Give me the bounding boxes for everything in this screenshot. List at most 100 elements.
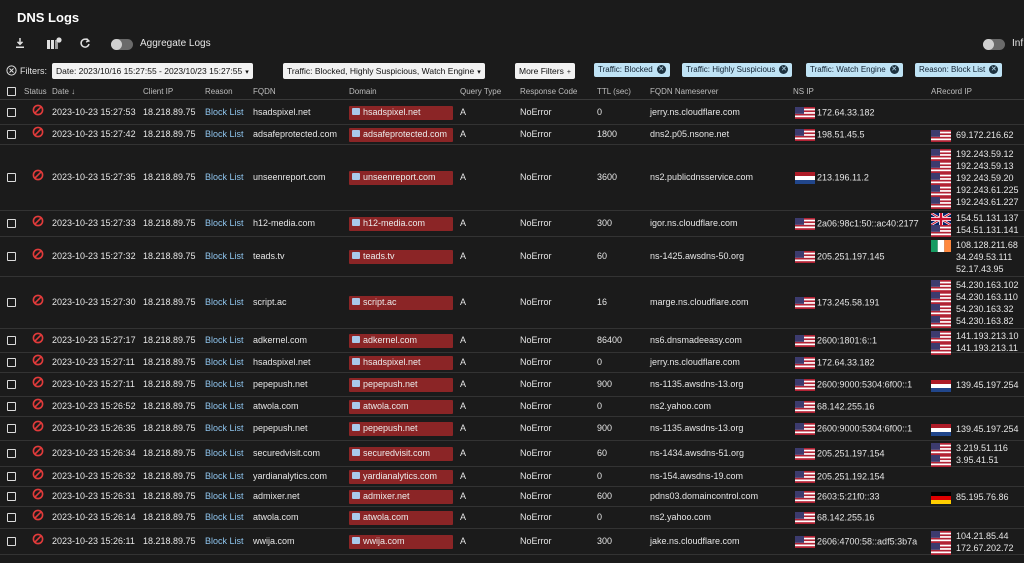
filter-chip-blocked[interactable]: Traffic: Blocked ✕ [594,63,670,77]
table-row[interactable]: 2023-10-23 15:27:11 18.218.89.75 Block Lis… [0,353,1024,373]
columns-icon[interactable] [46,37,62,51]
filter-chip-watch-engine[interactable]: Traffic: Watch Engine ✕ [806,63,903,77]
domain-tag[interactable]: script.ac [349,296,453,310]
arecord-flags [931,530,953,555]
domain-tag[interactable]: unseenreport.com [349,171,453,185]
table-row[interactable]: 2023-10-23 15:26:11 18.218.89.75 Block Lis… [0,529,1024,555]
col-status[interactable]: Status [24,87,47,96]
right-toggle[interactable] [983,39,1005,50]
table-row[interactable]: 2023-10-23 15:26:31 18.218.89.75 Block Lis… [0,487,1024,507]
reason-link[interactable]: Block List [205,512,244,522]
row-checkbox[interactable] [7,513,16,522]
domain-tag[interactable]: pepepush.net [349,422,453,436]
remove-chip-icon[interactable]: ✕ [779,65,789,74]
reason-link[interactable]: Block List [205,335,244,345]
col-date[interactable]: Date ↓ [52,87,75,96]
domain-tag[interactable]: wwija.com [349,535,453,549]
row-checkbox[interactable] [7,108,16,117]
col-response-code[interactable]: Response Code [520,87,577,96]
remove-chip-icon[interactable]: ✕ [889,65,899,74]
table-row[interactable]: 2023-10-23 15:26:32 18.218.89.75 Block Lis… [0,467,1024,487]
ttl-cell: 0 [597,471,603,481]
refresh-icon[interactable] [79,37,93,51]
plus-icon: + [566,69,571,76]
row-checkbox[interactable] [7,173,16,182]
col-client-ip[interactable]: Client IP [143,87,173,96]
table-row[interactable]: 2023-10-23 15:26:34 18.218.89.75 Block Lis… [0,441,1024,467]
table-row[interactable]: 2023-10-23 15:26:52 18.218.89.75 Block Lis… [0,397,1024,417]
domain-tag[interactable]: teads.tv [349,250,453,264]
domain-tag[interactable]: hsadspixel.net [349,106,453,120]
comment-icon [352,472,360,480]
row-checkbox[interactable] [7,402,16,411]
table-row[interactable]: 2023-10-23 15:27:32 18.218.89.75 Block Lis… [0,237,1024,277]
table-row[interactable]: 2023-10-23 15:27:53 18.218.89.75 Block Lis… [0,101,1024,125]
filter-chip-highly-suspicious[interactable]: Traffic: Highly Suspicious ✕ [682,63,793,77]
reason-link[interactable]: Block List [205,251,244,261]
row-checkbox[interactable] [7,424,16,433]
traffic-filter-select[interactable]: Traffic: Blocked, Highly Suspicious, Wat… [283,63,485,79]
table-row[interactable]: 2023-10-23 15:27:30 18.218.89.75 Block Lis… [0,277,1024,329]
table-row[interactable]: 2023-10-23 15:27:35 18.218.89.75 Block Lis… [0,145,1024,211]
row-checkbox[interactable] [7,537,16,546]
col-ttl[interactable]: TTL (sec) [597,87,631,96]
col-fqdn-nameserver[interactable]: FQDN Nameserver [650,87,718,96]
domain-tag[interactable]: securedvisit.com [349,447,453,461]
reason-link[interactable]: Block List [205,536,244,546]
domain-tag[interactable]: atwola.com [349,511,453,525]
row-checkbox[interactable] [7,358,16,367]
reason-link[interactable]: Block List [205,218,244,228]
table-row[interactable]: 2023-10-23 15:27:11 18.218.89.75 Block Lis… [0,373,1024,397]
reason-link[interactable]: Block List [205,379,244,389]
row-checkbox[interactable] [7,298,16,307]
clear-filters-icon[interactable] [6,65,17,76]
table-row[interactable]: 2023-10-23 15:27:42 18.218.89.75 Block Lis… [0,125,1024,145]
reason-link[interactable]: Block List [205,129,244,139]
row-checkbox[interactable] [7,449,16,458]
col-reason[interactable]: Reason [205,87,233,96]
query-type-cell: A [460,471,467,481]
row-checkbox[interactable] [7,336,16,345]
col-query-type[interactable]: Query Type [460,87,501,96]
domain-tag[interactable]: hsadspixel.net [349,356,453,370]
domain-tag[interactable]: admixer.net [349,490,453,504]
reason-link[interactable]: Block List [205,491,244,501]
row-checkbox[interactable] [7,252,16,261]
col-ns-ip[interactable]: NS IP [793,87,814,96]
reason-link[interactable]: Block List [205,401,244,411]
domain-tag[interactable]: atwola.com [349,400,453,414]
domain-tag[interactable]: pepepush.net [349,378,453,392]
reason-link[interactable]: Block List [205,107,244,117]
table-row[interactable]: 2023-10-23 15:26:35 18.218.89.75 Block Lis… [0,417,1024,441]
remove-chip-icon[interactable]: ✕ [989,65,999,74]
netherlands-flag-icon [795,172,817,184]
col-domain[interactable]: Domain [349,87,377,96]
aggregate-logs-toggle[interactable] [111,39,133,50]
reason-link[interactable]: Block List [205,471,244,481]
select-all-checkbox[interactable] [7,87,16,96]
row-checkbox[interactable] [7,130,16,139]
row-checkbox[interactable] [7,380,16,389]
date-filter-select[interactable]: Date: 2023/10/16 15:27:55 - 2023/10/23 1… [52,63,253,79]
reason-link[interactable]: Block List [205,423,244,433]
reason-link[interactable]: Block List [205,357,244,367]
row-checkbox[interactable] [7,219,16,228]
reason-link[interactable]: Block List [205,172,244,182]
table-row[interactable]: 2023-10-23 15:26:14 18.218.89.75 Block Lis… [0,507,1024,529]
row-checkbox[interactable] [7,472,16,481]
col-fqdn[interactable]: FQDN [253,87,276,96]
domain-tag[interactable]: adsafeprotected.com [349,128,453,142]
remove-chip-icon[interactable]: ✕ [656,65,666,74]
domain-tag[interactable]: yardianalytics.com [349,470,453,484]
filter-chip-reason[interactable]: Reason: Block List ✕ [915,63,1003,77]
domain-tag[interactable]: h12-media.com [349,217,453,231]
download-icon[interactable] [14,37,28,51]
col-arecord-ip[interactable]: ARecord IP [931,87,972,96]
row-checkbox[interactable] [7,492,16,501]
table-row[interactable]: 2023-10-23 15:27:17 18.218.89.75 Block Lis… [0,329,1024,355]
reason-link[interactable]: Block List [205,448,244,458]
more-filters-button[interactable]: More Filters + [515,63,575,79]
table-row[interactable]: 2023-10-23 15:27:33 18.218.89.75 Block Lis… [0,211,1024,237]
reason-link[interactable]: Block List [205,297,244,307]
domain-tag[interactable]: adkernel.com [349,334,453,348]
